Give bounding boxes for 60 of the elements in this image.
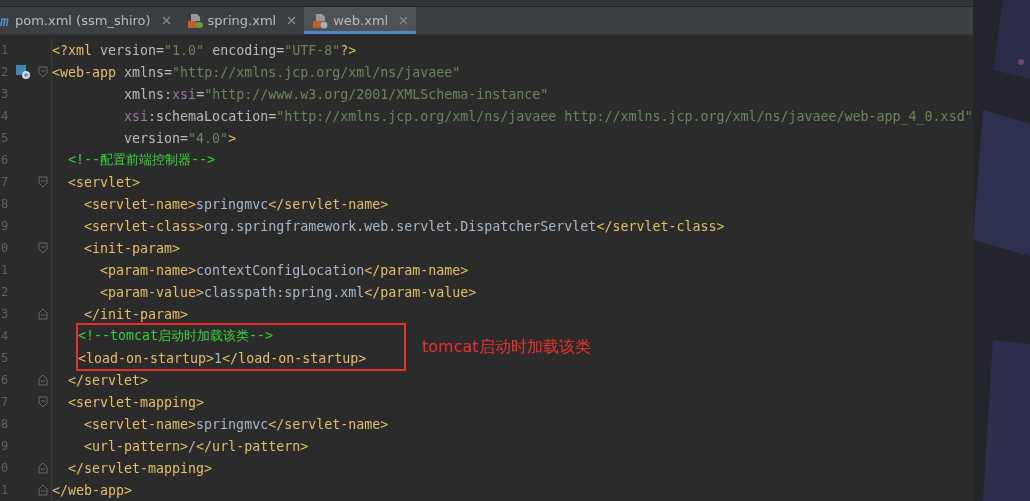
line-number: 6 [0,373,10,387]
line-number: 5 [0,351,10,365]
code-comment: <!--tomcat启动时加载该类--> [78,327,274,345]
line-number: 2 [0,285,10,299]
file-tab[interactable]: pom.xml (ssm_shiro) [0,7,179,34]
close-icon[interactable] [161,16,171,25]
fold-icon[interactable] [38,242,48,254]
line-number: 8 [0,417,10,431]
line-number: 5 [0,131,10,145]
line-number: 3 [0,307,10,321]
code-line: <?xml version="1.0" encoding="UTF-8"?> [52,42,357,58]
code-line: xmlns:xsi="http://www.w3.org/2001/XMLSchema-instance" [124,86,549,102]
code-line: <servlet-mapping> [68,394,205,410]
line-number: 9 [0,219,10,233]
fold-icon[interactable] [38,374,48,386]
line-number: 0 [0,461,10,475]
line-number: 2 [0,65,10,79]
line-number: 8 [0,197,10,211]
code-line: <web-app xmlns="http://xmlns.jcp.org/xml/ns/javaee" [52,64,461,80]
close-icon[interactable] [399,16,409,25]
code-line: <servlet-class>org.springframework.web.servlet.DispatcherServlet</servlet-class> [84,218,725,234]
line-number: 1 [0,483,10,497]
fold-icon[interactable] [38,484,48,496]
code-line: <url-pattern>/</url-pattern> [84,438,309,454]
fold-icon[interactable] [38,462,48,474]
file-tab[interactable]: spring.xml [178,7,305,34]
code-line: </web-app> [52,482,133,498]
line-number: 4 [0,109,10,123]
xml-globe-icon [312,12,329,29]
line-number: 3 [0,87,10,101]
code-line: </init-param> [84,306,189,322]
annotation-text: tomcat启动时加载该类 [422,337,591,358]
file-tab[interactable]: web.xml [304,7,417,34]
line-number: 7 [0,395,10,409]
code-line: version="4.0"> [124,130,237,146]
code-line: <servlet> [68,174,141,190]
line-number: 6 [0,153,10,167]
fold-icon[interactable] [38,176,48,188]
line-number: 0 [0,241,10,255]
line-number: 1 [0,43,10,57]
xml-leaf-icon [186,12,203,29]
code-line: xsi:schemaLocation="http://xmlns.jcp.org/xml/ns/javaee http://xmlns.jcp.org/xml/ns/javaee/web-app_4_0.xsd" [124,108,973,124]
web-descriptor-icon[interactable] [16,65,30,79]
code-line: <init-param> [84,240,181,256]
code-line: <servlet-name>springmvc</servlet-name> [84,416,389,432]
line-number: 1 [0,263,10,277]
fold-icon[interactable] [38,396,48,408]
code-line: <param-name>contextConfigLocation</param-name> [100,262,469,278]
code-line: <load-on-startup>1</load-on-startup> [78,350,367,366]
line-number: 7 [0,175,10,189]
code-line: </servlet> [68,372,149,388]
code-line: </servlet-mapping> [68,460,213,476]
code-line: <servlet-name>springmvc</servlet-name> [84,196,389,212]
code-comment: <!--配置前端控制器--> [68,151,216,169]
code-line: <param-value>classpath:spring.xml</param-value> [100,284,477,300]
line-number: 9 [0,439,10,453]
fold-icon[interactable] [38,308,48,320]
line-number: 4 [0,329,10,343]
close-icon[interactable] [287,16,297,25]
fold-icon[interactable] [38,66,48,78]
